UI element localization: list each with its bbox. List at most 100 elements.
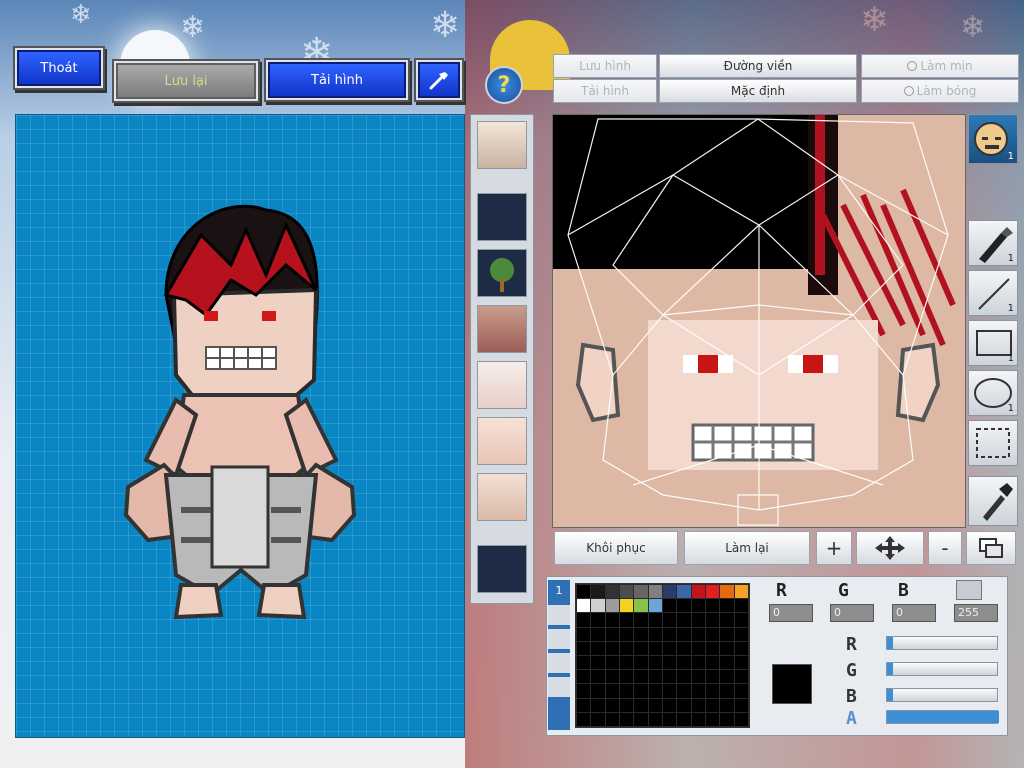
palette-tab-1[interactable]: 1 [548, 580, 570, 597]
palette-swatch[interactable] [619, 712, 634, 726]
palette-swatch[interactable] [619, 698, 634, 712]
palette-swatch[interactable] [734, 585, 748, 599]
move-button[interactable] [856, 531, 924, 565]
zoom-out-button[interactable]: - [928, 531, 962, 565]
a-value-field[interactable]: 255 [954, 604, 998, 622]
layer-button[interactable] [966, 531, 1016, 565]
palette-swatch[interactable] [691, 641, 705, 655]
palette-swatch[interactable] [577, 698, 591, 712]
a-slider[interactable] [886, 710, 999, 724]
palette-swatch[interactable] [634, 670, 648, 684]
select-tool[interactable] [968, 420, 1018, 466]
exit-button[interactable]: Thoát [17, 50, 101, 86]
palette-swatch[interactable] [720, 585, 734, 599]
palette-swatch[interactable] [691, 712, 705, 726]
palette-swatch[interactable] [677, 655, 691, 670]
palette-swatch[interactable] [720, 655, 734, 670]
palette-swatch[interactable] [634, 613, 648, 627]
palette-swatch[interactable] [634, 655, 648, 670]
palette-swatch[interactable] [577, 585, 591, 599]
part-thumb-tree[interactable] [477, 249, 527, 297]
palette-swatch[interactable] [662, 698, 677, 712]
palette-swatch[interactable] [691, 698, 705, 712]
palette-swatch[interactable] [677, 585, 691, 599]
palette-swatch[interactable] [605, 641, 619, 655]
palette-swatch[interactable] [591, 627, 605, 641]
palette-swatch[interactable] [677, 684, 691, 698]
palette-swatch[interactable] [577, 627, 591, 641]
palette-swatch[interactable] [648, 599, 662, 613]
r-slider[interactable] [886, 636, 998, 650]
save-button[interactable]: Lưu lại [116, 63, 256, 99]
palette-swatch[interactable] [720, 684, 734, 698]
zoom-in-button[interactable]: + [816, 531, 852, 565]
palette-swatch[interactable] [705, 641, 720, 655]
part-thumb-empty[interactable] [477, 545, 527, 593]
palette-swatch[interactable] [634, 698, 648, 712]
palette-swatch[interactable] [691, 599, 705, 613]
palette-swatch[interactable] [720, 712, 734, 726]
palette-swatch[interactable] [634, 641, 648, 655]
default-button[interactable]: Mặc định [659, 79, 857, 103]
palette-swatch[interactable] [605, 655, 619, 670]
palette-swatch[interactable] [662, 613, 677, 627]
help-button[interactable]: ? [485, 66, 523, 104]
palette-swatch[interactable] [648, 670, 662, 684]
palette-swatch[interactable] [720, 599, 734, 613]
palette-swatch[interactable] [691, 670, 705, 684]
palette-swatch[interactable] [634, 712, 648, 726]
line-tool[interactable]: 1 [968, 270, 1018, 316]
palette-swatch[interactable] [591, 599, 605, 613]
palette-swatch[interactable] [648, 641, 662, 655]
palette-swatch[interactable] [634, 585, 648, 599]
palette-swatch[interactable] [591, 684, 605, 698]
palette-swatch[interactable] [677, 627, 691, 641]
part-thumb-face-mouth[interactable] [477, 473, 527, 521]
palette-swatch[interactable] [691, 613, 705, 627]
part-thumb-torso[interactable] [477, 305, 527, 353]
reload-image-small-button[interactable]: Tải hình [553, 79, 657, 103]
outline-button[interactable]: Đường viền [659, 54, 857, 78]
palette-swatch[interactable] [677, 670, 691, 684]
palette-swatch[interactable] [619, 670, 634, 684]
palette-swatch[interactable] [648, 655, 662, 670]
palette-swatch[interactable] [591, 670, 605, 684]
palette-swatch[interactable] [677, 698, 691, 712]
palette-swatch[interactable] [634, 627, 648, 641]
palette-swatch[interactable] [705, 684, 720, 698]
palette-swatch[interactable] [591, 698, 605, 712]
palette-swatch[interactable] [662, 599, 677, 613]
palette-swatch[interactable] [677, 712, 691, 726]
palette-swatch[interactable] [634, 599, 648, 613]
palette-swatch[interactable] [734, 655, 748, 670]
palette-swatch[interactable] [662, 712, 677, 726]
palette-swatch[interactable] [605, 712, 619, 726]
g-value-field[interactable]: 0 [830, 604, 874, 622]
palette-swatch[interactable] [705, 712, 720, 726]
palette-swatch[interactable] [648, 585, 662, 599]
palette-swatch[interactable] [605, 613, 619, 627]
redo-button[interactable]: Làm lại [684, 531, 810, 565]
palette-swatch[interactable] [619, 655, 634, 670]
palette-swatch[interactable] [720, 670, 734, 684]
palette-swatch[interactable] [619, 599, 634, 613]
r-value-field[interactable]: 0 [769, 604, 813, 622]
face-part-tool[interactable]: 1 [968, 114, 1018, 164]
palette-swatch[interactable] [591, 712, 605, 726]
palette-swatch[interactable] [591, 585, 605, 599]
palette-swatch[interactable] [619, 641, 634, 655]
palette-swatch[interactable] [720, 627, 734, 641]
palette-swatch[interactable] [705, 613, 720, 627]
b-slider[interactable] [886, 688, 998, 702]
palette-swatch[interactable] [734, 698, 748, 712]
palette-swatch[interactable] [577, 613, 591, 627]
palette-swatch[interactable] [734, 684, 748, 698]
palette-swatch[interactable] [720, 641, 734, 655]
palette-swatch[interactable] [577, 712, 591, 726]
part-thumb-face-nose[interactable] [477, 417, 527, 465]
restore-button[interactable]: Khôi phục [554, 531, 678, 565]
eyedropper-tool[interactable] [968, 476, 1018, 526]
palette-swatch[interactable] [591, 641, 605, 655]
palette-swatch[interactable] [648, 712, 662, 726]
palette-swatch[interactable] [677, 599, 691, 613]
